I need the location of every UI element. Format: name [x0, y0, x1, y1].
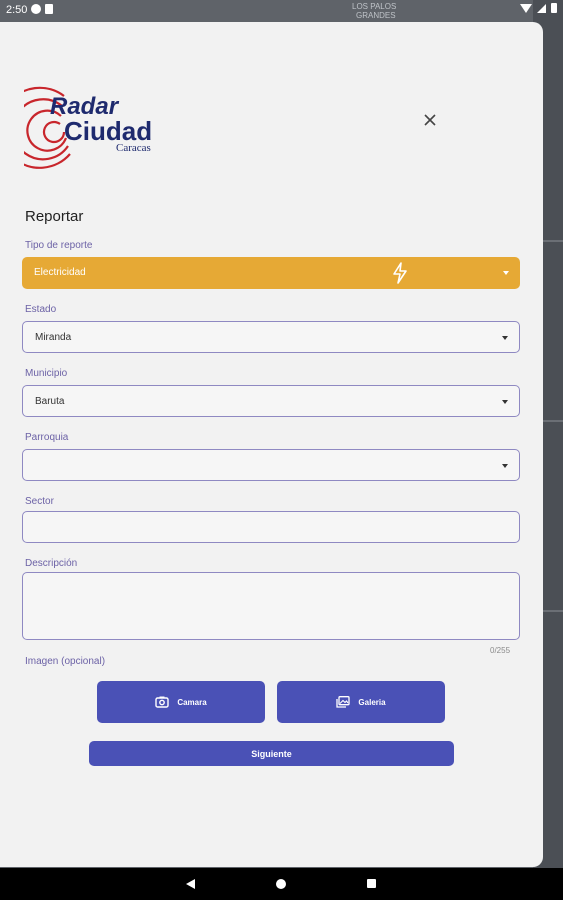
tipo-reporte-value: Electricidad: [34, 267, 86, 278]
descripcion-textarea[interactable]: [22, 572, 520, 640]
radar-ciudad-logo: Radar Ciudad Caracas: [24, 86, 152, 169]
home-icon[interactable]: [276, 879, 286, 889]
municipio-value: Baruta: [35, 396, 65, 407]
municipio-label: Municipio: [25, 368, 68, 379]
estado-select[interactable]: Miranda: [22, 321, 520, 353]
camera-button-label: Camara: [177, 697, 207, 707]
tipo-reporte-select[interactable]: Electricidad: [22, 257, 520, 289]
report-dialog: Radar Ciudad Caracas Reportar Tipo de re…: [0, 22, 543, 867]
recent-apps-icon[interactable]: [367, 879, 376, 888]
form-title: Reportar: [25, 208, 84, 225]
notification-icon: [31, 4, 41, 14]
tipo-reporte-label: Tipo de reporte: [25, 240, 93, 251]
siguiente-button-label: Siguiente: [251, 748, 292, 759]
camera-button[interactable]: Camara: [97, 681, 265, 723]
estado-label: Estado: [25, 304, 57, 315]
cell-signal-icon: [537, 3, 546, 13]
gallery-button-label: Galeria: [358, 697, 386, 707]
system-icons: [520, 3, 557, 13]
sd-card-icon: [45, 4, 53, 14]
chevron-down-icon: [502, 464, 508, 468]
lightning-icon: [393, 262, 407, 284]
parroquia-label: Parroquia: [25, 432, 69, 443]
sector-input[interactable]: [22, 511, 520, 543]
chevron-down-icon: [502, 336, 508, 340]
municipio-select[interactable]: Baruta: [22, 385, 520, 417]
status-bar: 2:50: [0, 0, 563, 20]
svg-text:Caracas: Caracas: [116, 142, 151, 154]
back-icon[interactable]: [186, 879, 195, 889]
status-time: 2:50: [6, 4, 28, 16]
notification-icons: [31, 4, 53, 14]
wifi-icon: [520, 3, 532, 13]
chevron-down-icon: [503, 271, 509, 275]
close-button[interactable]: [422, 112, 438, 128]
parroquia-select[interactable]: [22, 449, 520, 481]
estado-value: Miranda: [35, 332, 72, 343]
battery-icon: [551, 3, 557, 13]
imagen-label: Imagen (opcional): [25, 656, 106, 667]
gallery-button[interactable]: Galeria: [277, 681, 445, 723]
navigation-bar: [0, 868, 563, 900]
gallery-icon: [336, 696, 351, 708]
close-icon: [424, 114, 436, 126]
descripcion-label: Descripción: [25, 558, 78, 569]
siguiente-button[interactable]: Siguiente: [89, 741, 454, 766]
character-counter: 0/255: [490, 646, 511, 655]
chevron-down-icon: [502, 400, 508, 404]
camera-icon: [155, 696, 170, 708]
sector-label: Sector: [25, 496, 54, 507]
